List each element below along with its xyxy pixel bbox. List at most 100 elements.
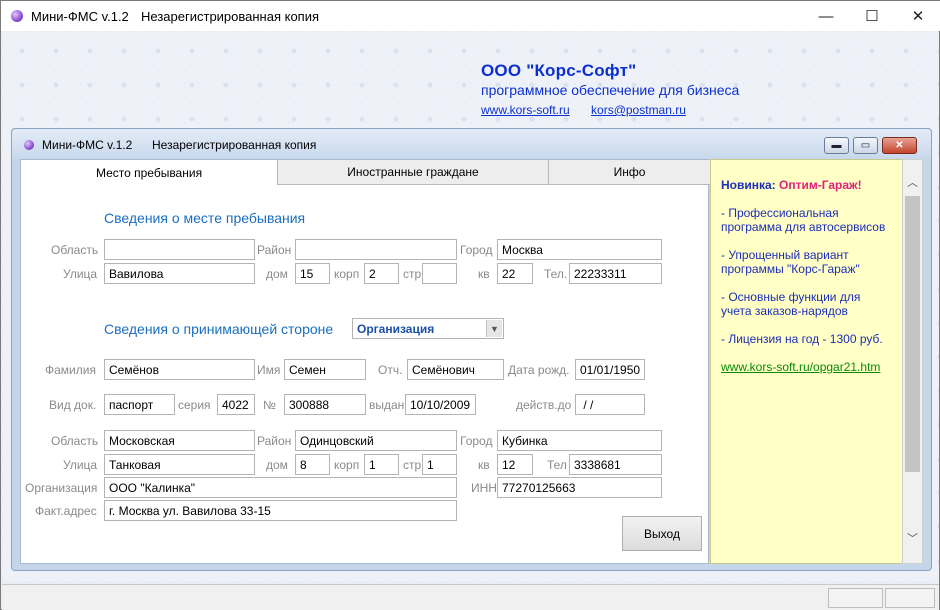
company-tagline: программное обеспечение для бизнеса — [481, 82, 740, 98]
name-field[interactable]: Семен — [284, 359, 366, 380]
host-district-field[interactable]: Одинцовский — [295, 430, 457, 451]
host-house-label: дом — [266, 458, 288, 472]
stay-apt-label: кв — [478, 267, 490, 281]
ad-line-3: - Основные функции для учета заказов-нар… — [721, 290, 861, 318]
ad-line-4: - Лицензия на год - 1300 руб. — [721, 332, 883, 346]
host-street-label: Улица — [63, 458, 98, 472]
ad-title: Новинка: Оптим-Гараж! — [721, 178, 892, 192]
stay-section-title: Сведения о месте пребывания — [104, 210, 306, 226]
child-maximize-button[interactable]: ▭ — [853, 137, 878, 154]
stay-phone-label: Тел. — [544, 267, 568, 281]
stay-building-label: корп — [334, 267, 360, 281]
maximize-button[interactable]: ☐ — [849, 1, 895, 31]
stay-phone-field[interactable]: 22233311 — [569, 263, 662, 284]
inn-label: ИНН — [471, 481, 497, 495]
series-field[interactable]: 4022 — [217, 394, 255, 415]
close-button[interactable]: ✕ — [895, 1, 940, 31]
exit-button[interactable]: Выход — [622, 516, 702, 551]
host-district-label: Район — [257, 434, 292, 448]
company-banner: ООО "Корс-Софт" программное обеспечение … — [481, 61, 740, 117]
surname-field[interactable]: Семёнов — [104, 359, 255, 380]
host-city-field[interactable]: Кубинка — [497, 430, 662, 451]
stay-building-field[interactable]: 2 — [364, 263, 399, 284]
scrollbar-thumb[interactable] — [905, 196, 920, 472]
valid-field[interactable]: / / — [575, 394, 645, 415]
main-window: Мини-ФМС v.1.2 Незарегистрированная копи… — [0, 0, 940, 610]
chevron-down-icon[interactable]: ▼ — [486, 320, 502, 337]
app-title: Мини-ФМС v.1.2 — [31, 9, 129, 24]
host-street-field[interactable]: Танковая — [104, 454, 255, 475]
host-section-title: Сведения о принимающей стороне — [104, 321, 334, 337]
stay-apt-field[interactable]: 22 — [497, 263, 533, 284]
stay-region-field[interactable] — [104, 239, 255, 260]
patronymic-label: Отч. — [378, 363, 403, 377]
ad-panel: Новинка: Оптим-Гараж! - Профессиональная… — [710, 159, 903, 564]
app-icon — [11, 10, 23, 22]
stay-district-field[interactable] — [295, 239, 457, 260]
fact-address-field[interactable]: г. Москва ул. Вавилова 33-15 — [104, 500, 457, 521]
child-app-icon — [24, 140, 34, 150]
status-cell-2 — [885, 588, 935, 608]
ad-scrollbar[interactable]: ︿ ﹀ — [902, 159, 923, 564]
birth-field[interactable]: 01/01/1950 — [575, 359, 645, 380]
child-window: Мини-ФМС v.1.2 Незарегистрированная копи… — [11, 128, 932, 571]
birth-label: Дата рожд. — [508, 363, 570, 377]
host-type-value: Организация — [357, 322, 435, 336]
host-structure-field[interactable]: 1 — [422, 454, 457, 475]
stay-house-field[interactable]: 15 — [295, 263, 330, 284]
doc-type-field[interactable]: паспорт — [104, 394, 175, 415]
tab-foreigners[interactable]: Иностранные граждане — [278, 160, 549, 185]
ad-line-2: - Упрощенный вариант программы "Корс-Гар… — [721, 248, 860, 276]
host-building-field[interactable]: 1 — [364, 454, 399, 475]
minimize-button[interactable]: — — [803, 1, 849, 31]
surname-label: Фамилия — [45, 363, 96, 377]
issued-label: выдан — [369, 398, 405, 412]
status-cell-1 — [828, 588, 883, 608]
stay-street-field[interactable]: Вавилова — [104, 263, 255, 284]
form-panel: Место пребывания Иностранные граждане Ин… — [20, 159, 710, 564]
series-label: серия — [178, 398, 211, 412]
tab-bar: Место пребывания Иностранные граждане Ин… — [21, 160, 710, 185]
host-apt-field[interactable]: 12 — [497, 454, 533, 475]
host-type-select[interactable]: Организация ▼ — [352, 318, 504, 339]
child-close-button[interactable]: ✕ — [882, 137, 917, 154]
doc-type-label: Вид док. — [49, 398, 97, 412]
fact-address-label: Факт.адрес — [35, 504, 97, 518]
patronymic-field[interactable]: Семёнович — [407, 359, 504, 380]
host-city-label: Город — [460, 434, 493, 448]
host-building-label: корп — [334, 458, 360, 472]
tab-info[interactable]: Инфо — [549, 160, 710, 185]
child-title-bar: Мини-ФМС v.1.2 Незарегистрированная копи… — [12, 129, 931, 159]
issued-field[interactable]: 10/10/2009 — [405, 394, 476, 415]
ad-link[interactable]: www.kors-soft.ru/opgar21.htm — [721, 360, 892, 374]
host-phone-label: Тел — [547, 458, 567, 472]
number-label: № — [263, 398, 276, 412]
host-structure-label: стр — [403, 458, 422, 472]
host-region-label: Область — [51, 434, 99, 448]
name-label: Имя — [257, 363, 281, 377]
host-phone-field[interactable]: 3338681 — [569, 454, 662, 475]
stay-structure-field[interactable] — [422, 263, 457, 284]
company-email-link[interactable]: kors@postman.ru — [591, 103, 686, 117]
tab-stay-place[interactable]: Место пребывания — [21, 160, 278, 185]
stay-district-label: Район — [257, 243, 292, 257]
org-field[interactable]: ООО "Калинка" — [104, 477, 457, 498]
host-house-field[interactable]: 8 — [295, 454, 330, 475]
host-region-field[interactable]: Московская — [104, 430, 255, 451]
chevron-up-icon[interactable]: ︿ — [903, 172, 922, 192]
company-site-link[interactable]: www.kors-soft.ru — [481, 103, 570, 117]
title-bar: Мини-ФМС v.1.2 Незарегистрированная копи… — [1, 1, 940, 31]
org-label: Организация — [25, 481, 98, 495]
stay-structure-label: стр — [403, 267, 422, 281]
inn-field[interactable]: 77270125663 — [497, 477, 662, 498]
valid-label: действ.до — [516, 398, 572, 412]
child-subtitle: Незарегистрированная копия — [152, 138, 317, 152]
ad-product: Оптим-Гараж — [779, 178, 858, 192]
stay-city-field[interactable]: Москва — [497, 239, 662, 260]
stay-city-label: Город — [460, 243, 493, 257]
host-apt-label: кв — [478, 458, 490, 472]
chevron-down-icon[interactable]: ﹀ — [903, 528, 922, 548]
company-name: ООО "Корс-Софт" — [481, 61, 637, 80]
child-minimize-button[interactable]: ▬ — [824, 137, 849, 154]
number-field[interactable]: 300888 — [284, 394, 366, 415]
